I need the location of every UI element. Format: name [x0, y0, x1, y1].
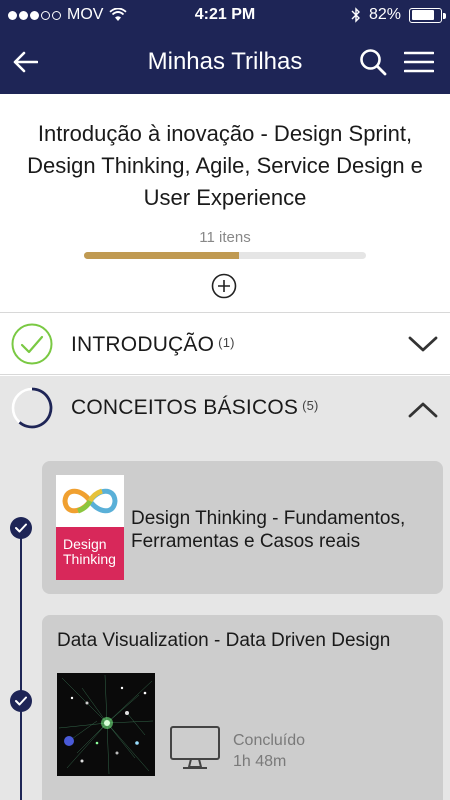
battery-icon — [409, 7, 446, 23]
section-label: INTRODUÇÃO — [71, 333, 215, 356]
add-button[interactable] — [211, 273, 237, 299]
hamburger-menu-icon — [404, 51, 434, 73]
section-title: INTRODUÇÃO (1) — [71, 333, 235, 357]
card-title: Design Thinking - Fundamentos, Ferrament… — [131, 508, 406, 552]
search-icon — [360, 49, 387, 76]
arrow-left-icon — [13, 51, 38, 73]
timeline-check-icon — [10, 517, 32, 539]
progress-ring-icon — [11, 387, 53, 429]
progress-fill — [84, 252, 240, 259]
chevron-down-icon[interactable] — [408, 335, 438, 353]
status-bar: MOV 4:21 PM 82% — [0, 0, 450, 30]
data-network-image — [58, 674, 154, 775]
duration-label: 1h 48m — [233, 753, 287, 770]
course-progress-bar — [84, 252, 366, 259]
chevron-up-icon[interactable] — [408, 401, 438, 419]
bluetooth-icon — [351, 7, 360, 23]
completion-status: Concluído 1h 48m — [233, 730, 305, 772]
plus-circle-icon — [211, 273, 237, 299]
thumbnail-caption: Design Thinking — [56, 527, 124, 580]
course-card[interactable]: Design Thinking Design Thinking - Fundam… — [42, 461, 443, 594]
course-thumbnail: Design Thinking — [56, 475, 124, 580]
course-title: Introdução à inovação - Design Sprint, D… — [27, 121, 423, 210]
course-thumbnail — [57, 673, 155, 776]
section-introducao[interactable]: INTRODUÇÃO (1) — [0, 313, 450, 375]
course-card[interactable]: Data Visualization - Data Driven Design — [42, 615, 443, 800]
status-right: 82% — [351, 6, 446, 24]
status-label: Concluído — [233, 732, 306, 749]
timeline-line — [20, 530, 22, 800]
card-title: Data Visualization - Data Driven Design — [57, 630, 391, 651]
section-count: (5) — [302, 398, 319, 413]
check-circle-icon — [11, 323, 53, 365]
timeline-check-icon — [10, 690, 32, 712]
search-button[interactable] — [355, 44, 391, 80]
back-button[interactable] — [7, 44, 43, 80]
section-title[interactable]: CONCEITOS BÁSICOS (5) — [71, 396, 319, 420]
menu-button[interactable] — [401, 44, 437, 80]
section-label: CONCEITOS BÁSICOS — [71, 396, 299, 419]
items-count: 11 itens — [199, 229, 251, 246]
infinity-logo-icon — [62, 488, 118, 514]
app-bar: Minhas Trilhas — [0, 30, 450, 94]
battery-percent: 82% — [368, 6, 401, 23]
monitor-icon — [170, 726, 220, 769]
section-count: (1) — [218, 335, 235, 350]
